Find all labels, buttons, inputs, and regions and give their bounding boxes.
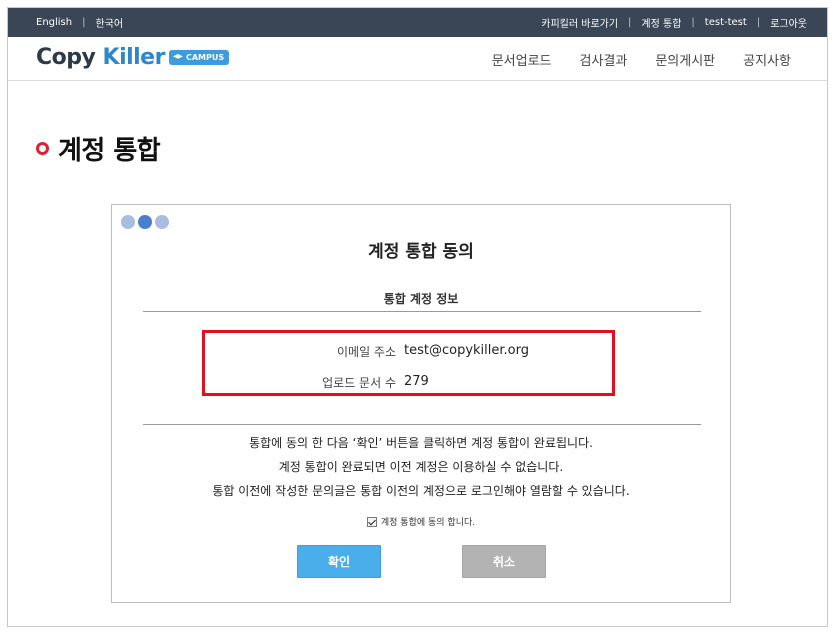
- merge-notice: 통합에 동의 한 다음 ‘확인’ 버튼을 클릭하면 계정 통합이 완료됩니다. …: [112, 431, 730, 503]
- upload-count-value: 279: [404, 374, 429, 389]
- nav-inquiry-board[interactable]: 문의게시판: [655, 50, 715, 69]
- nav-upload[interactable]: 문서업로드: [492, 50, 552, 69]
- cancel-button[interactable]: 취소: [462, 545, 546, 578]
- divider: [143, 311, 701, 312]
- account-merge-link[interactable]: 계정 통합: [641, 15, 681, 30]
- page-title: 계정 통합: [36, 130, 161, 167]
- divider: |: [82, 17, 86, 28]
- upload-count-label: 업로드 문서 수: [322, 376, 396, 390]
- section-title: 통합 계정 정보: [383, 292, 459, 306]
- graduation-cap-icon: [172, 54, 183, 59]
- step-dot: [155, 215, 169, 229]
- email-label: 이메일 주소: [336, 345, 396, 359]
- divider: |: [691, 17, 695, 28]
- email-row: 이메일 주소 test@copykiller.org: [205, 343, 612, 360]
- notice-line: 통합에 동의 한 다음 ‘확인’ 버튼을 클릭하면 계정 통합이 완료됩니다.: [249, 436, 593, 450]
- main-nav: 문서업로드 검사결과 문의게시판 공지사항: [492, 37, 791, 81]
- agree-checkbox[interactable]: [366, 516, 377, 527]
- username-link[interactable]: test-test: [705, 17, 747, 28]
- notice-line: 통합 이전에 작성한 문의글은 통합 이전의 계정으로 로그인해야 열람할 수 …: [212, 484, 630, 498]
- account-merge-panel: 계정 통합 동의 통합 계정 정보 이메일 주소 test@copykiller…: [111, 204, 731, 603]
- confirm-button[interactable]: 확인: [297, 545, 381, 578]
- title-bullet-icon: [36, 142, 49, 155]
- lang-korean-link[interactable]: 한국어: [95, 15, 123, 30]
- copykiller-logo[interactable]: Copy Killer CAMPUS: [36, 43, 230, 71]
- logout-link[interactable]: 로그아웃: [770, 15, 807, 30]
- notice-line: 계정 통합이 완료되면 이전 계정은 이용하실 수 없습니다.: [278, 460, 564, 474]
- top-utility-bar: English | 한국어 카피킬러 바로가기 | 계정 통합 | test-t…: [8, 8, 827, 37]
- divider: [143, 424, 701, 425]
- divider: |: [756, 17, 761, 28]
- logo-wordmark: Copy Killer: [36, 44, 165, 70]
- email-value: test@copykiller.org: [404, 343, 529, 358]
- campus-badge: CAMPUS: [168, 49, 230, 65]
- agree-label[interactable]: 계정 통합에 동의 합니다.: [381, 515, 475, 528]
- user-links: 카피킬러 바로가기 | 계정 통합 | test-test | 로그아웃: [541, 8, 807, 37]
- lang-english-link[interactable]: English: [36, 17, 72, 28]
- nav-results[interactable]: 검사결과: [580, 50, 628, 69]
- step-indicator: [121, 215, 169, 229]
- language-switcher: English | 한국어: [36, 8, 123, 37]
- panel-title: 계정 통합 동의: [368, 242, 474, 262]
- page-title-text: 계정 통합: [58, 136, 161, 166]
- nav-notices[interactable]: 공지사항: [743, 50, 791, 69]
- upload-count-row: 업로드 문서 수 279: [205, 374, 612, 391]
- step-dot-active: [138, 215, 152, 229]
- step-dot: [121, 215, 135, 229]
- copykiller-shortcut-link[interactable]: 카피킬러 바로가기: [541, 15, 618, 30]
- site-header: Copy Killer CAMPUS 문서업로드 검사결과 문의게시판 공지사항: [8, 37, 827, 81]
- account-info-box: 이메일 주소 test@copykiller.org 업로드 문서 수 279: [202, 330, 615, 396]
- divider: |: [628, 17, 632, 28]
- agree-option: 계정 통합에 동의 합니다.: [112, 515, 730, 528]
